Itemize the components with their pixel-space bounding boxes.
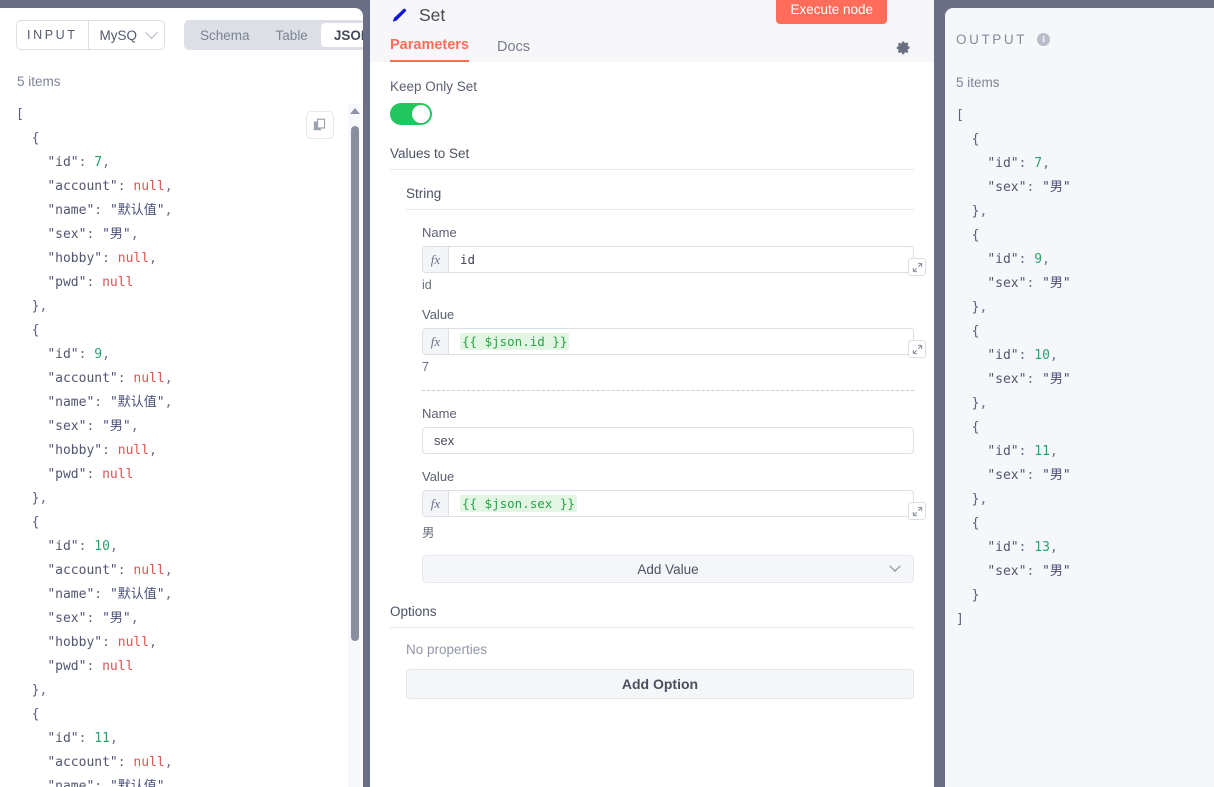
fx-toggle-icon[interactable]: fx [423, 491, 449, 516]
name-hint-0: id [422, 278, 432, 292]
copy-icon[interactable] [306, 111, 334, 139]
options-heading: Options [390, 604, 914, 628]
input-panel: INPUT MySQ Schema Table JSON 5 items [ {… [0, 8, 363, 787]
name-label: Name [422, 225, 457, 240]
value-label: Value [422, 469, 455, 484]
toggle-knob [412, 105, 430, 123]
add-value-label: Add Value [637, 561, 699, 577]
input-source-value: MySQ [99, 27, 138, 43]
pencil-icon [390, 7, 407, 24]
input-source-select[interactable]: MySQ [87, 21, 165, 49]
scrollbar-thumb[interactable] [350, 126, 359, 641]
tab-schema[interactable]: Schema [187, 23, 263, 47]
output-panel-header: OUTPUT i [956, 32, 1051, 47]
expand-editor-icon[interactable] [908, 502, 926, 520]
tab-docs[interactable]: Docs [497, 39, 530, 62]
gear-icon[interactable] [896, 40, 911, 55]
output-panel: OUTPUT i 5 items [ { "id": 7, "sex": "男"… [945, 8, 1214, 787]
scroll-up-arrow-icon[interactable] [350, 108, 360, 114]
parameters-body: Keep Only Set Values to Set String Name … [370, 79, 934, 699]
input-items-count: 5 items [17, 74, 61, 89]
output-json-viewer[interactable]: [ { "id": 7, "sex": "男" }, { "id": 9, "s… [956, 104, 1214, 787]
output-panel-label: OUTPUT [956, 32, 1028, 47]
info-icon[interactable]: i [1037, 33, 1051, 46]
input-scrollbar[interactable] [348, 104, 361, 787]
keep-only-set-label: Keep Only Set [390, 79, 478, 94]
tab-table[interactable]: Table [263, 23, 321, 47]
add-value-button[interactable]: Add Value [422, 555, 914, 583]
name-input-value-0[interactable]: id [449, 247, 913, 272]
value-entry-group: Name fx id id Value fx {{$json.id}} 7 … [422, 225, 926, 583]
input-json-viewer[interactable]: [ { "id": 7, "account": null, "name": "默… [0, 103, 363, 787]
node-title: Set [419, 5, 446, 25]
input-panel-label: INPUT [27, 28, 78, 42]
expand-editor-icon[interactable] [908, 258, 926, 276]
chevron-down-icon [889, 560, 901, 572]
tab-json[interactable]: JSON [320, 23, 363, 47]
node-header: Set Execute node [370, 0, 934, 31]
value-hint-0: 7 [422, 360, 429, 374]
node-tab-bar: Parameters Docs [370, 31, 934, 62]
expression-chip-1: {{ $json.sex }} [460, 495, 577, 512]
value-entry: Name fx id id Value fx {{$json.id}} 7 [422, 225, 926, 374]
expression-chip-0: {{ $json.id }} [460, 333, 570, 350]
add-option-button[interactable]: Add Option [406, 669, 914, 699]
input-source-picker[interactable]: INPUT MySQ [16, 20, 166, 50]
fx-toggle-icon[interactable]: fx [423, 247, 449, 272]
tab-parameters[interactable]: Parameters [390, 37, 469, 62]
input-view-tabs: Schema Table JSON [184, 20, 363, 50]
expand-editor-icon[interactable] [908, 340, 926, 358]
entry-divider [422, 390, 914, 391]
value-input-0[interactable]: fx {{ $json.id }} [422, 328, 926, 358]
value-hint-1: 男 [422, 526, 435, 540]
chevron-down-icon [145, 25, 158, 39]
value-input-1[interactable]: fx {{ $json.sex }} [422, 490, 926, 520]
execute-node-button[interactable]: Execute node [776, 0, 887, 24]
name-input-1[interactable]: sex [422, 427, 914, 454]
node-settings-panel: Set Execute node Parameters Docs Keep On… [370, 0, 934, 787]
name-label: Name [422, 406, 457, 421]
value-input-value-1[interactable]: {{ $json.sex }} [449, 491, 913, 516]
values-to-set-heading: Values to Set [390, 146, 914, 170]
input-toolbar: INPUT MySQ Schema Table JSON [16, 20, 363, 50]
value-input-value-0[interactable]: {{ $json.id }} [449, 329, 913, 354]
fx-toggle-icon[interactable]: fx [423, 329, 449, 354]
options-empty-text: No properties [406, 642, 488, 657]
name-input-value-1[interactable]: sex [423, 428, 913, 453]
name-input-0[interactable]: fx id [422, 246, 926, 276]
value-entry: Name sex Value fx {{ $json.sex }} 男 [422, 406, 926, 541]
value-label: Value [422, 307, 455, 322]
keep-only-set-toggle[interactable] [390, 103, 432, 125]
node-editor-modal: INPUT MySQ Schema Table JSON 5 items [ {… [0, 0, 1214, 787]
values-type-heading: String [406, 186, 914, 210]
output-items-count: 5 items [956, 75, 1000, 90]
